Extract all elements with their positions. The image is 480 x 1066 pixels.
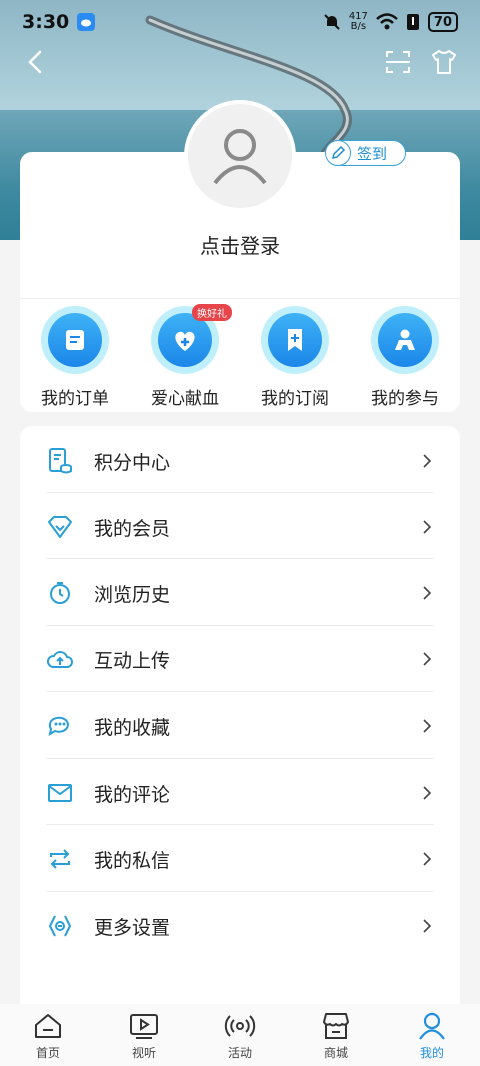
chevron-right-icon (423, 719, 432, 733)
settings-icon (46, 912, 74, 940)
mute-bell-icon (324, 14, 340, 30)
quick-action-ring (41, 306, 109, 374)
menu-item-label: 我的会员 (94, 517, 171, 540)
video-icon (130, 1014, 158, 1039)
nav-label: 首页 (35, 1046, 60, 1060)
nav-home[interactable]: 首页 (0, 1004, 96, 1066)
menu-item-interactive-upload[interactable]: 互动上传 (46, 626, 434, 692)
battery-saver-icon (406, 14, 419, 30)
quick-action-circle (158, 313, 212, 367)
status-bar: 3:30 417 B/s 70 (0, 0, 480, 44)
menu-item-membership[interactable]: 我的会员 (46, 494, 434, 560)
menu-item-label: 我的收藏 (94, 716, 171, 739)
back-icon[interactable] (22, 48, 50, 76)
history-icon (46, 579, 74, 607)
battery-indicator: 70 (427, 12, 458, 32)
menu-item-browse-history[interactable]: 浏览历史 (46, 560, 434, 626)
chevron-right-icon (423, 520, 432, 534)
net-speed-unit: B/s (350, 21, 367, 32)
nav-video[interactable]: 视听 (96, 1004, 192, 1066)
broadcast-icon (224, 1015, 256, 1037)
repeat-icon (46, 845, 74, 873)
signin-label: 签到 (357, 144, 388, 163)
weather-app-icon (77, 13, 96, 31)
chevron-right-icon (423, 586, 432, 600)
menu-item-label: 我的私信 (94, 849, 171, 872)
menu-item-label: 浏览历史 (94, 583, 171, 606)
chevron-right-icon (423, 652, 432, 666)
default-avatar-icon (213, 129, 267, 185)
upload-cloud-icon (46, 645, 74, 673)
nav-activity[interactable]: 活动 (192, 1004, 288, 1066)
menu-item-label: 我的评论 (94, 783, 171, 806)
chevron-right-icon (423, 852, 432, 866)
quick-action-ring (261, 306, 329, 374)
row-divider (46, 824, 434, 825)
menu-list: 积分中心 我的会员 浏览历史 互动上传 我的收藏 我的评论 我的私信 更多设置 (20, 426, 460, 1026)
menu-item-label: 更多设置 (94, 916, 171, 939)
bottom-nav: 首页 视听 活动 商城 我的 (0, 1004, 480, 1066)
pen-icon (325, 140, 351, 166)
quick-action-circle (48, 313, 102, 367)
status-time: 3:30 (22, 11, 70, 33)
order-icon (66, 330, 84, 350)
row-divider (46, 691, 434, 692)
menu-item-label: 互动上传 (94, 649, 171, 672)
quick-action-participation[interactable]: 我的参与 (350, 306, 460, 409)
row-divider (46, 891, 434, 892)
menu-item-comments[interactable]: 我的评论 (46, 760, 434, 826)
row-divider (46, 492, 434, 493)
participation-icon (395, 329, 415, 350)
chevron-right-icon (423, 786, 432, 800)
chat-favorite-icon (46, 712, 74, 740)
home-icon (35, 1014, 61, 1038)
row-divider (46, 758, 434, 759)
quick-action-blood-donation[interactable]: 换好礼 爱心献血 (130, 304, 240, 409)
menu-item-label: 积分中心 (94, 451, 171, 474)
net-speed: 417 B/s (349, 12, 368, 32)
row-divider (46, 558, 434, 559)
login-prompt[interactable]: 点击登录 (20, 230, 460, 259)
quick-action-subscriptions[interactable]: 我的订阅 (240, 306, 350, 409)
points-icon (46, 447, 74, 475)
nav-label: 视听 (131, 1046, 156, 1060)
quick-action-circle (378, 313, 432, 367)
quick-action-label: 我的订单 (41, 389, 109, 409)
skin-shirt-icon[interactable] (430, 48, 458, 76)
nav-label: 商城 (323, 1046, 348, 1060)
avatar[interactable] (184, 100, 296, 212)
menu-item-more-settings[interactable]: 更多设置 (46, 893, 434, 959)
diamond-icon (46, 513, 74, 541)
quick-action-label: 爱心献血 (151, 389, 219, 409)
wifi-icon (376, 13, 398, 30)
quick-action-ring (371, 306, 439, 374)
profile-icon (419, 1012, 445, 1040)
bookmark-icon (288, 329, 302, 351)
blood-donation-icon (175, 331, 195, 351)
nav-store[interactable]: 商城 (288, 1004, 384, 1066)
quick-action-label: 我的订阅 (261, 389, 329, 409)
card-divider (20, 298, 460, 299)
mail-icon (46, 779, 74, 807)
menu-item-points-center[interactable]: 积分中心 (46, 428, 434, 494)
quick-action-label: 我的参与 (371, 389, 439, 409)
menu-item-favorites[interactable]: 我的收藏 (46, 693, 434, 759)
nav-profile[interactable]: 我的 (384, 1004, 480, 1066)
gift-badge: 换好礼 (192, 304, 232, 321)
signin-button[interactable]: 签到 (325, 140, 406, 166)
nav-label: 活动 (227, 1046, 252, 1060)
scan-icon[interactable] (384, 48, 412, 76)
quick-action-circle (268, 313, 322, 367)
chevron-right-icon (423, 454, 432, 468)
chevron-right-icon (423, 919, 432, 933)
store-icon (323, 1013, 349, 1039)
quick-action-orders[interactable]: 我的订单 (20, 306, 130, 409)
top-bar (0, 44, 480, 80)
nav-label: 我的 (419, 1046, 444, 1060)
quick-actions: 我的订单 换好礼 爱心献血 我的订阅 我的参与 (20, 304, 460, 409)
menu-item-private-messages[interactable]: 我的私信 (46, 826, 434, 892)
